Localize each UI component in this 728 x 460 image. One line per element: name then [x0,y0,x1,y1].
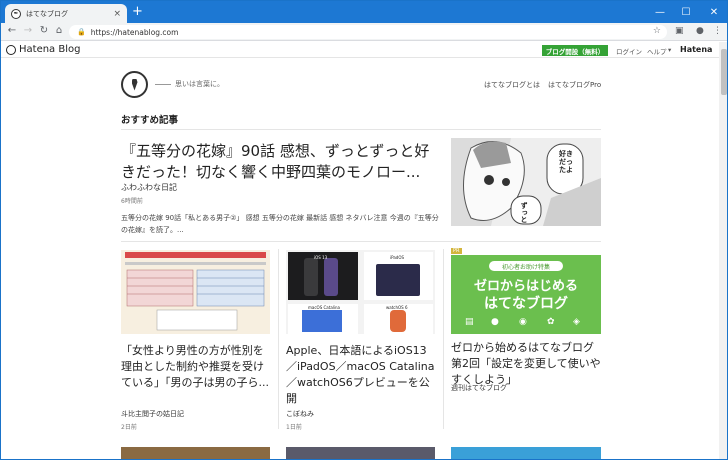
thumbnail-speech-2: ずっと [520,202,528,223]
browser-tab[interactable]: ✒ はてなブログ × [5,4,127,23]
maximize-button[interactable]: ☐ [673,1,699,23]
column-divider-2 [443,249,444,429]
card3-img-title-1: ゼロからはじめる [473,279,578,294]
featured-time: 6時間前 [121,198,143,205]
share-icon: ◈ [573,317,580,327]
card2-blog[interactable]: こぼねみ [286,409,314,419]
featured-thumbnail[interactable]: 好きだったよ ずっと [451,138,601,226]
card1-title[interactable]: 「女性より男性の方が性別を理由とした制約や推奨を受けている」「男の子は男の子ら.… [121,343,271,391]
url-text: https://hatenablog.com [90,27,179,37]
page-scrollbar[interactable] [719,42,727,459]
address-bar[interactable]: 🔒 https://hatenablog.com ☆ [69,25,667,39]
ios-label: iOS 13 [314,255,328,260]
card2-title[interactable]: Apple、日本語によるiOS13／iPadOS／macOS Catalina／… [286,343,436,407]
menu-icon[interactable]: ⋮ [713,26,722,36]
title-bar: ✒ はてなブログ × + — ☐ ✕ [1,1,727,23]
card2-thumbnail[interactable]: iOS 13 iPadOS macOS Catalina watchOS 6 [286,250,435,334]
login-link[interactable]: ログイン [616,46,642,56]
section-divider [121,129,601,130]
card1-blog[interactable]: 斗比主閲子の姑日記 [121,409,184,419]
about-link[interactable]: はてなブログとは [484,80,540,90]
gear-icon: ✿ [547,317,555,327]
hatena-brand[interactable]: Hatena [680,45,712,54]
forward-icon[interactable]: → [21,25,35,36]
back-icon[interactable]: ← [5,25,19,36]
pen-logo-icon [6,44,16,55]
bookmark-star-icon[interactable]: ☆ [653,26,661,36]
section-title: おすすめ記事 [121,115,179,126]
card2-time: 1日前 [286,424,302,431]
ipados-label: iPadOS [390,255,405,260]
logo-text: Hatena Blog [19,44,81,55]
hatena-global-header: Hatena Blog ブログ開設（無料） ログイン ヘルプ ▾ Hatena [1,42,719,58]
pro-link[interactable]: はてなブログPro [548,80,601,90]
watchos-label: watchOS 6 [386,305,408,310]
help-link[interactable]: ヘルプ [647,46,667,56]
site-logo[interactable] [121,71,148,98]
site-tagline: 思いは言葉に。 [155,79,224,89]
column-divider-1 [278,249,279,429]
close-window-button[interactable]: ✕ [701,1,727,23]
card4-thumbnail[interactable] [121,447,270,459]
user-icon: ◉ [519,317,527,327]
profile-icon[interactable]: ● [696,26,704,36]
minimize-button[interactable]: — [647,1,673,23]
browser-toolbar: ← → ↻ ⌂ 🔒 https://hatenablog.com ☆ ▣ ● ⋮ [1,23,727,41]
card6-thumbnail[interactable] [451,447,601,459]
macos-label: macOS Catalina [308,305,340,310]
scrollbar-thumb[interactable] [721,49,727,95]
open-blog-button[interactable]: ブログ開設（無料） [542,45,608,56]
tab-title: はてなブログ [26,9,68,18]
lock-icon: 🔒 [77,28,86,36]
hatena-favicon-icon: ✒ [11,8,21,19]
extension-icon[interactable]: ▣ [675,26,684,36]
featured-title[interactable]: 『五等分の花嫁』90話 感想、ずっとずっと好きだった！切なく響く中野四葉のモノロ… [121,141,441,183]
thumbnail-speech-1: 好きだったよ [559,150,573,174]
reload-icon[interactable]: ↻ [37,25,51,36]
pen-nib-icon [131,78,138,91]
beginner-badge: 初心者お助け特集 [489,261,563,271]
card3-blog[interactable]: 週刊はてなブログ [451,383,507,393]
help-dropdown-icon[interactable]: ▾ [668,46,671,54]
card3-title[interactable]: ゼロから始めるはてなブログ 第2回「設定を変更して使いやすくしよう」 [451,340,601,388]
hatena-blog-logo[interactable]: Hatena Blog [6,44,80,55]
featured-description: 五等分の花嫁 90話「私とある男子②」 感想 五等分の花嫁 最新話 感想 ネタバ… [121,214,439,234]
document-icon: ▤ [465,317,474,327]
card1-time: 2日前 [121,424,137,431]
browser-window: ✒ はてなブログ × + — ☐ ✕ ← → ↻ ⌂ 🔒 https://hat… [0,0,728,460]
ad-label: PR [451,248,462,254]
card3-img-title-2: はてなブログ [484,296,568,312]
card3-thumbnail[interactable]: 初心者お助け特集 ゼロからはじめる はてなブログ ▤ ● ◉ ✿ ◈ [451,255,601,334]
tab-close-icon[interactable]: × [113,9,121,19]
card5-thumbnail[interactable] [286,447,435,459]
featured-divider [121,241,601,242]
palette-icon: ● [491,317,499,327]
featured-blog-name[interactable]: ふわふわな日記 [121,182,177,193]
card1-thumbnail[interactable] [121,250,270,334]
home-icon[interactable]: ⌂ [52,25,66,36]
new-tab-button[interactable]: + [132,5,143,19]
